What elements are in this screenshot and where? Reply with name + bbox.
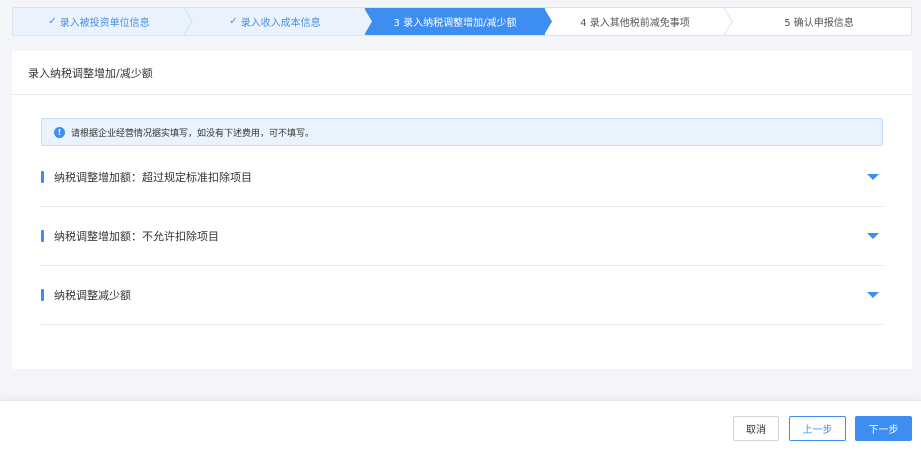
notice-banner: ! 请根据企业经营情况据实填写，如没有下述费用，可不填写。 bbox=[41, 118, 883, 146]
notice-text: 请根据企业经营情况据实填写，如没有下述费用，可不填写。 bbox=[71, 128, 315, 139]
step-3[interactable]: 3 录入纳税调整增加/减少额 bbox=[365, 8, 552, 35]
section-decrease[interactable]: 纳税调整减少额 bbox=[41, 266, 883, 325]
section-label: 纳税调整减少额 bbox=[54, 289, 131, 302]
caret-down-icon[interactable] bbox=[867, 233, 879, 239]
step-label: 5 确认申报信息 bbox=[784, 18, 854, 29]
info-icon: ! bbox=[54, 126, 65, 138]
step-label: 录入被投资单位信息 bbox=[59, 18, 150, 29]
section-label: 纳税调整增加额：不允许扣除项目 bbox=[54, 230, 219, 243]
step-1[interactable]: ✓ 录入被投资单位信息 bbox=[13, 8, 193, 35]
next-step-button[interactable]: 下一步 bbox=[855, 416, 912, 441]
section-increase-over-limit[interactable]: 纳税调整增加额：超过规定标准扣除项目 bbox=[41, 148, 883, 207]
step-label: 4 录入其他税前减免事项 bbox=[580, 18, 690, 29]
card-title: 录入纳税调整增加/减少额 bbox=[12, 51, 912, 95]
footer-bar: 取消 上一步 下一步 bbox=[0, 400, 921, 450]
step-2[interactable]: ✓ 录入收入成本信息 bbox=[185, 8, 372, 35]
section-marker bbox=[41, 230, 44, 242]
step-label: 录入收入成本信息 bbox=[240, 18, 321, 29]
main-card: 录入纳税调整增加/减少额 ! 请根据企业经营情况据实填写，如没有下述费用，可不填… bbox=[12, 51, 912, 369]
step-separator-icon bbox=[544, 8, 552, 35]
caret-down-icon[interactable] bbox=[867, 174, 879, 180]
step-4[interactable]: 4 录入其他税前减免事项 bbox=[545, 8, 733, 35]
check-icon: ✓ bbox=[229, 16, 238, 27]
cancel-button[interactable]: 取消 bbox=[733, 416, 779, 441]
step-label: 3 录入纳税调整增加/减少额 bbox=[393, 18, 517, 29]
check-icon: ✓ bbox=[48, 16, 57, 27]
caret-down-icon[interactable] bbox=[867, 292, 879, 298]
step-5[interactable]: 5 确认申报信息 bbox=[725, 8, 911, 35]
step-separator-icon bbox=[364, 8, 372, 35]
progress-stepper: ✓ 录入被投资单位信息 ✓ 录入收入成本信息 3 录入纳税调整增加/减少额 4 … bbox=[12, 7, 912, 36]
step-separator-icon bbox=[724, 8, 733, 35]
section-label: 纳税调整增加额：超过规定标准扣除项目 bbox=[54, 171, 252, 184]
section-marker bbox=[41, 171, 44, 183]
section-marker bbox=[41, 289, 44, 301]
step-separator-icon bbox=[184, 8, 193, 35]
section-increase-not-allowed[interactable]: 纳税调整增加额：不允许扣除项目 bbox=[41, 207, 883, 266]
prev-step-button[interactable]: 上一步 bbox=[789, 416, 846, 441]
